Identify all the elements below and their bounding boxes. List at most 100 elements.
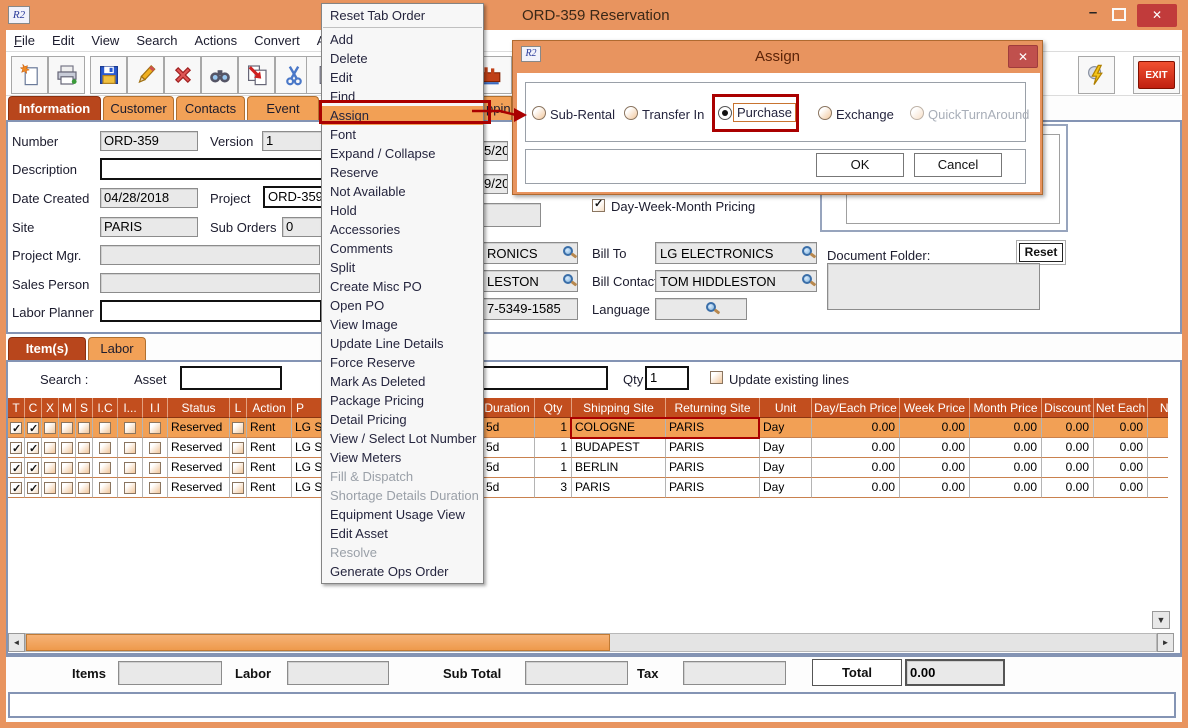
row-checkbox[interactable] — [78, 442, 90, 454]
table-cell[interactable]: 0.00 — [1042, 438, 1094, 458]
row-checkbox[interactable] — [27, 482, 39, 494]
table-cell[interactable]: BERLIN — [572, 458, 666, 478]
table-cell[interactable] — [1148, 478, 1168, 498]
column-header-s[interactable]: S — [76, 398, 93, 418]
table-cell[interactable]: 0.00 — [812, 458, 900, 478]
table-cell[interactable]: 1 — [535, 438, 572, 458]
row-checkbox[interactable] — [10, 462, 22, 474]
table-cell[interactable] — [8, 438, 25, 458]
table-cell[interactable]: 0.00 — [900, 438, 970, 458]
document-folder-box[interactable] — [827, 263, 1040, 310]
customer-lookup-icon[interactable] — [563, 246, 573, 256]
table-cell[interactable]: 0.00 — [812, 478, 900, 498]
minimize-icon[interactable]: – — [1085, 9, 1101, 21]
column-header-week-price[interactable]: Week Price — [900, 398, 970, 418]
table-cell[interactable] — [42, 458, 59, 478]
table-cell[interactable]: Day — [760, 458, 812, 478]
context-menu-item-reset-tab-order[interactable]: Reset Tab Order — [322, 6, 483, 25]
table-cell[interactable] — [118, 438, 143, 458]
table-cell[interactable]: 5d — [480, 438, 535, 458]
table-cell[interactable]: PARIS — [666, 418, 760, 438]
context-menu-item-force-reserve[interactable]: Force Reserve — [322, 353, 483, 372]
column-header-i-c[interactable]: I.C — [93, 398, 118, 418]
language-lookup-icon[interactable] — [706, 302, 716, 312]
column-header-ne[interactable]: Ne — [1148, 398, 1168, 418]
column-header-action[interactable]: Action — [247, 398, 292, 418]
table-cell[interactable]: 0.00 — [1094, 438, 1148, 458]
bill-contact-lookup-icon[interactable] — [802, 274, 812, 284]
table-cell[interactable] — [76, 478, 93, 498]
table-cell[interactable] — [8, 458, 25, 478]
table-cell[interactable] — [93, 458, 118, 478]
table-cell[interactable] — [1148, 418, 1168, 438]
column-header-qty[interactable]: Qty — [535, 398, 572, 418]
table-cell[interactable]: Rent — [247, 458, 292, 478]
table-cell[interactable]: Day — [760, 478, 812, 498]
table-cell[interactable] — [1148, 438, 1168, 458]
print-toolbar-button[interactable] — [48, 56, 85, 94]
table-cell[interactable]: PARIS — [666, 438, 760, 458]
row-checkbox[interactable] — [232, 442, 244, 454]
table-cell[interactable]: 0.00 — [1094, 458, 1148, 478]
table-cell[interactable] — [8, 418, 25, 438]
row-checkbox[interactable] — [78, 482, 90, 494]
menu-actions[interactable]: Actions — [195, 33, 238, 48]
row-checkbox[interactable] — [44, 422, 56, 434]
table-cell[interactable] — [25, 478, 42, 498]
row-checkbox[interactable] — [78, 422, 90, 434]
table-row[interactable]: ReservedRentLG ST5d3PARISPARISDay0.000.0… — [8, 478, 1168, 498]
context-menu-item-accessories[interactable]: Accessories — [322, 220, 483, 239]
context-menu-item-generate-ops-order[interactable]: Generate Ops Order — [322, 562, 483, 581]
context-menu-item-view-meters[interactable]: View Meters — [322, 448, 483, 467]
row-checkbox[interactable] — [232, 462, 244, 474]
tab-items[interactable]: Item(s) — [8, 337, 86, 360]
table-cell[interactable]: Rent — [247, 418, 292, 438]
tab-information[interactable]: Information — [8, 96, 101, 120]
number-field[interactable]: ORD-359 — [100, 131, 198, 151]
context-menu-item-font[interactable]: Font — [322, 125, 483, 144]
row-checkbox[interactable] — [27, 422, 39, 434]
table-cell[interactable]: Reserved — [168, 418, 230, 438]
table-cell[interactable]: 0.00 — [970, 438, 1042, 458]
bill-contact-field[interactable]: TOM HIDDLESTON — [655, 270, 817, 292]
row-checkbox[interactable] — [78, 462, 90, 474]
table-cell[interactable]: 0.00 — [1094, 478, 1148, 498]
labor-planner-field[interactable] — [100, 300, 322, 322]
table-row[interactable]: ReservedRentLG ST5d1BERLINPARISDay0.000.… — [8, 458, 1168, 478]
column-header-month-price[interactable]: Month Price — [970, 398, 1042, 418]
copy-lines-toolbar-button[interactable] — [238, 56, 275, 94]
radio-sub-rental[interactable] — [532, 106, 546, 120]
context-menu-item-shortage-details-duration[interactable]: Shortage Details Duration — [322, 486, 483, 505]
find-toolbar-button[interactable] — [201, 56, 238, 94]
table-cell[interactable]: 5d — [480, 458, 535, 478]
table-cell[interactable] — [76, 438, 93, 458]
context-menu-item-add[interactable]: Add — [322, 30, 483, 49]
table-cell[interactable]: 0.00 — [970, 478, 1042, 498]
table-cell[interactable] — [76, 418, 93, 438]
row-checkbox[interactable] — [124, 442, 136, 454]
hscroll-left-icon[interactable] — [8, 633, 25, 652]
table-cell[interactable]: 0.00 — [812, 438, 900, 458]
row-checkbox[interactable] — [44, 442, 56, 454]
menu-convert[interactable]: Convert — [254, 33, 300, 48]
cancel-button[interactable]: Cancel — [914, 153, 1002, 177]
row-checkbox[interactable] — [61, 442, 73, 454]
column-header-duration[interactable]: Duration — [480, 398, 535, 418]
asset-input[interactable] — [180, 366, 282, 390]
row-checkbox[interactable] — [10, 422, 22, 434]
row-checkbox[interactable] — [232, 482, 244, 494]
table-cell[interactable]: PARIS — [572, 478, 666, 498]
context-menu-item-package-pricing[interactable]: Package Pricing — [322, 391, 483, 410]
tab-labor[interactable]: Labor — [88, 337, 146, 360]
context-menu-item-reserve[interactable]: Reserve — [322, 163, 483, 182]
radio-exchange[interactable] — [818, 106, 832, 120]
table-cell[interactable]: 0.00 — [970, 418, 1042, 438]
table-cell[interactable] — [143, 418, 168, 438]
table-cell[interactable] — [76, 458, 93, 478]
context-menu-item-resolve[interactable]: Resolve — [322, 543, 483, 562]
table-cell[interactable]: Rent — [247, 438, 292, 458]
table-row[interactable]: ReservedRentLG ST5d1COLOGNEPARISDay0.000… — [8, 418, 1168, 438]
column-header-discount[interactable]: Discount — [1042, 398, 1094, 418]
row-checkbox[interactable] — [99, 422, 111, 434]
column-header-net-each[interactable]: Net Each — [1094, 398, 1148, 418]
